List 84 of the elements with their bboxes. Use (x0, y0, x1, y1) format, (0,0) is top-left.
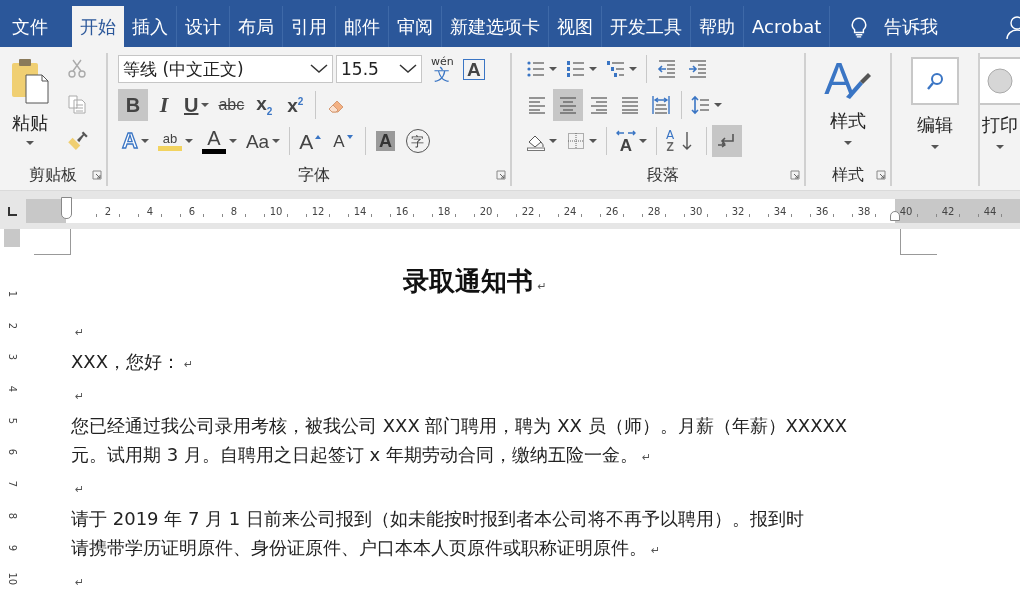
italic-button[interactable]: I (149, 89, 179, 121)
text-line: 请于 2019 年 7 月 1 日前来公司报到（如未能按时报到者本公司将不再予以聘用）。报到时 (71, 508, 805, 529)
group-label: 剪贴板 (29, 164, 77, 186)
circle-icon (986, 67, 1014, 95)
multilevel-list-icon (606, 59, 626, 79)
ruler-number: 5 (5, 416, 19, 426)
paragraph-mark: ↵ (75, 576, 85, 587)
highlight-button[interactable]: ab (153, 125, 197, 157)
dialog-launcher-icon (790, 170, 800, 180)
grow-button[interactable]: A (295, 125, 329, 157)
print-preview-button[interactable]: 打印 (980, 57, 1020, 164)
paragraph-mark: ↵ (75, 326, 85, 339)
border-grid-icon (566, 131, 586, 151)
bullet-list-icon (526, 59, 546, 79)
search-icon (925, 71, 945, 91)
distribute-icon (651, 95, 671, 115)
margin-corner-mark (34, 229, 71, 255)
group-label: 字体 (298, 164, 330, 186)
ruler-number: 2 (5, 321, 19, 331)
sort-button[interactable]: A Z (662, 125, 702, 157)
ruler-number: 7 (5, 479, 19, 490)
font-color-button[interactable]: A (197, 125, 241, 157)
indent-marker[interactable] (890, 211, 900, 221)
increase-indent-icon (688, 59, 708, 79)
ruler-number: 9 (5, 543, 19, 553)
underline-button[interactable]: U (180, 89, 214, 121)
double-arrow-icon (616, 128, 636, 137)
group-label: 样式 (832, 164, 864, 186)
ruler-number: 3 (5, 353, 19, 363)
subscript-button[interactable]: x$_{2}$ (249, 89, 280, 121)
margin-corner-mark (900, 229, 937, 255)
text-line: 元。试用期 3 月。自聘用之日起签订 x 年期劳动合同，缴纳五险一金。 ↵ (71, 444, 652, 465)
shrink-button[interactable]: A (329, 125, 360, 157)
chevron-down-icon (399, 64, 417, 74)
dialog-launcher-icon (92, 170, 102, 180)
paragraph-mark: ↵ (75, 390, 85, 403)
paintbrush-icon (66, 129, 88, 151)
superscript-button[interactable]: x$^{2}$ (280, 89, 311, 121)
styles-button[interactable]: A 样式 (820, 57, 876, 164)
ruler-number: 10 (5, 571, 19, 587)
asian-layout-button[interactable]: A (612, 125, 651, 157)
ruler-number: 6 (5, 448, 19, 458)
document-title: 录取通知书↵ (403, 266, 547, 296)
paste-button[interactable]: 粘贴 (8, 53, 52, 164)
phonetic-button[interactable]: wén 文 (427, 53, 458, 85)
group-label: 段落 (647, 164, 679, 186)
ruler-number: 8 (5, 511, 19, 521)
caret-icon (844, 141, 852, 145)
align-left-icon (527, 95, 547, 115)
ribbon-tab[interactable]: 文件 (0, 6, 72, 47)
ribbon-tab[interactable]: 开始 (72, 6, 124, 47)
bold-button[interactable]: B (118, 89, 148, 121)
indent-marker[interactable] (61, 197, 72, 219)
clipboard-icon (10, 57, 50, 105)
ruler-number: 4 (5, 384, 19, 395)
chevron-down-icon (310, 64, 328, 74)
justify-icon (620, 95, 640, 115)
decrease-indent-icon (657, 59, 677, 79)
text-line: 您已经通过我公司录用考核，被我公司 XXX 部门聘用，聘为 XX 员（师）。月薪（年薪）XXXXX (71, 415, 848, 436)
align-right-icon (589, 95, 609, 115)
numbered-list-icon (566, 59, 586, 79)
align-center-icon (558, 95, 578, 115)
show-marks-button[interactable] (712, 125, 743, 157)
tab-stop-icon (7, 205, 19, 217)
font-name-field[interactable]: 等线 (中文正文) (118, 55, 333, 83)
change-case-button[interactable]: Aa (241, 125, 285, 157)
caret-icon (996, 145, 1004, 149)
paragraph-mark: ↵ (75, 483, 85, 496)
line-spacing-icon (691, 95, 711, 115)
strikethrough-button[interactable]: abc (214, 89, 249, 121)
editing-button[interactable]: 编辑 (907, 57, 963, 164)
dialog-launcher-icon (496, 170, 506, 180)
scissors-icon (67, 58, 87, 78)
paragraph-text: XXX，您好： ↵ (71, 351, 194, 372)
tell-me-button[interactable]: 告诉我 (830, 6, 951, 47)
user-icon (1005, 14, 1020, 41)
dialog-launcher-icon (876, 170, 886, 180)
font-size-field[interactable]: 15.5 (336, 55, 422, 83)
caret-icon (26, 141, 34, 145)
caret-icon (931, 145, 939, 149)
copy-icon (67, 94, 87, 114)
text-line: 请携带学历证明原件、身份证原件、户口本本人页原件或职称证明原件。 ↵ (71, 537, 661, 558)
char-shading-button[interactable]: A (370, 125, 401, 157)
ruler-number: 1 (5, 289, 19, 300)
